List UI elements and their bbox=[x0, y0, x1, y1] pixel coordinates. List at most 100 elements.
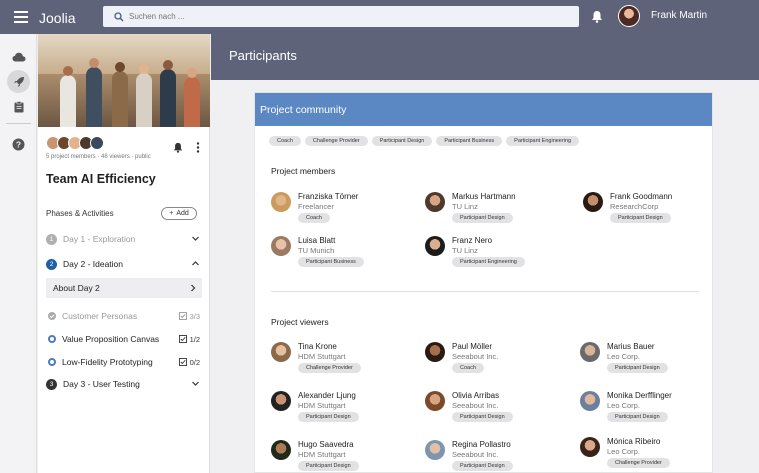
participant-name: Hugo Saavedra bbox=[298, 440, 354, 449]
participant-org: HDM Stuttgart bbox=[298, 401, 346, 410]
clipboard-icon[interactable] bbox=[7, 95, 30, 118]
activity-item[interactable]: Value Proposition Canvas 1/2 bbox=[48, 332, 202, 346]
participant-name: Franziska Törner bbox=[298, 192, 359, 201]
role-badge: Participant Design bbox=[452, 412, 513, 422]
participants-card: Project community Coach Challenge Provid… bbox=[254, 92, 713, 473]
participant-org: Seeabout Inc. bbox=[452, 450, 499, 459]
participant-name: Paul Möller bbox=[452, 342, 493, 351]
checkbox-icon bbox=[178, 358, 187, 366]
avatar bbox=[425, 440, 445, 460]
user-name[interactable]: Frank Martin bbox=[651, 10, 707, 21]
help-icon[interactable]: ? bbox=[7, 133, 30, 156]
chevron-down-icon[interactable] bbox=[191, 379, 200, 390]
participant-card[interactable]: Tina Krone HDM Stuttgart Challenge Provide… bbox=[271, 342, 421, 382]
participant-org: Seeabout Inc. bbox=[452, 352, 499, 361]
member-avatars[interactable] bbox=[46, 136, 104, 150]
role-filters: Coach Challenge Provider Participant Des… bbox=[269, 136, 580, 146]
search-input[interactable] bbox=[129, 12, 569, 21]
menu-icon[interactable] bbox=[14, 11, 28, 23]
avatar bbox=[425, 192, 445, 212]
about-label: About Day 2 bbox=[53, 283, 100, 293]
phase-number: 2 bbox=[46, 258, 57, 270]
participant-org: HDM Stuttgart bbox=[298, 352, 346, 361]
participant-card[interactable]: Franz Nero TU Linz Participant Engineering bbox=[425, 236, 575, 276]
phase-day-3[interactable]: 3 Day 3 - User Testing bbox=[46, 376, 202, 392]
avatar bbox=[580, 437, 600, 457]
role-badge: Participant Design bbox=[610, 213, 671, 223]
user-avatar[interactable] bbox=[618, 5, 640, 27]
phase-number: 1 bbox=[46, 233, 57, 245]
rocket-icon[interactable] bbox=[7, 70, 30, 93]
participant-org: HDM Stuttgart bbox=[298, 450, 346, 459]
viewers-heading: Project viewers bbox=[271, 317, 329, 327]
page-title: Participants bbox=[229, 48, 297, 63]
role-badge: Coach bbox=[298, 213, 330, 223]
role-badge: Challenge Provider bbox=[298, 363, 361, 373]
avatar bbox=[271, 236, 291, 256]
participant-org: Leo Corp. bbox=[607, 401, 640, 410]
about-day-2-item[interactable]: About Day 2 bbox=[46, 278, 202, 298]
filter-chip-participant-design[interactable]: Participant Design bbox=[371, 136, 433, 146]
avatar bbox=[271, 391, 291, 411]
participant-card[interactable]: Marius Bauer Leo Corp. Participant Design bbox=[580, 342, 730, 382]
activity-label: Value Proposition Canvas bbox=[62, 334, 160, 344]
activity-label: Low-Fidelity Prototyping bbox=[62, 357, 153, 367]
participant-name: Luisa Blatt bbox=[298, 236, 336, 245]
notifications-bell-icon[interactable] bbox=[591, 10, 603, 28]
activity-progress: 0/2 bbox=[178, 357, 200, 367]
search-icon bbox=[109, 11, 129, 22]
chevron-down-icon[interactable] bbox=[191, 234, 200, 245]
checkbox-icon bbox=[178, 335, 187, 343]
participant-card[interactable]: Regina Pollastro Seeabout Inc. Participant… bbox=[425, 440, 575, 473]
participant-card[interactable]: Hugo Saavedra HDM Stuttgart Participant De… bbox=[271, 440, 421, 473]
participant-card[interactable]: Markus Hartmann TU Linz Participant Design bbox=[425, 192, 575, 232]
participant-card[interactable]: Monika Derfflinger Leo Corp. Participant D… bbox=[580, 391, 730, 431]
role-badge: Participant Business bbox=[298, 257, 364, 267]
participant-name: Alexander Ljung bbox=[298, 391, 356, 400]
participant-card[interactable]: Alexander Ljung HDM Stuttgart Participant … bbox=[271, 391, 421, 431]
project-bell-icon[interactable] bbox=[173, 140, 183, 158]
avatar bbox=[425, 391, 445, 411]
more-options-icon[interactable] bbox=[196, 140, 200, 158]
add-phase-button[interactable]: + Add bbox=[161, 207, 197, 220]
role-badge: Coach bbox=[452, 363, 484, 373]
chevron-up-icon[interactable] bbox=[191, 259, 200, 270]
filter-chip-participant-business[interactable]: Participant Business bbox=[436, 136, 503, 146]
avatar bbox=[583, 192, 603, 212]
participant-name: Mónica Ribeiro bbox=[607, 437, 661, 446]
participant-name: Frank Goodmann bbox=[610, 192, 673, 201]
activity-item[interactable]: Customer Personas 3/3 bbox=[48, 309, 202, 323]
role-badge: Participant Design bbox=[607, 412, 668, 422]
participant-org: TU Munich bbox=[298, 246, 335, 255]
filter-chip-challenge-provider[interactable]: Challenge Provider bbox=[304, 136, 368, 146]
card-title: Project community bbox=[255, 93, 712, 126]
participant-card[interactable]: Frank Goodmann ResearchCorp Participant De… bbox=[583, 192, 733, 232]
activity-item[interactable]: Low-Fidelity Prototyping 0/2 bbox=[48, 355, 202, 369]
phase-number: 3 bbox=[46, 378, 57, 390]
participant-card[interactable]: Paul Möller Seeabout Inc. Coach bbox=[425, 342, 575, 382]
cloud-icon[interactable] bbox=[7, 45, 30, 68]
participant-card[interactable]: Franziska Törner Freelancer Coach bbox=[271, 192, 421, 232]
activity-status-icon bbox=[48, 358, 56, 366]
activity-status-icon bbox=[48, 335, 56, 343]
phase-day-1[interactable]: 1 Day 1 - Exploration bbox=[46, 231, 202, 247]
phase-day-2[interactable]: 2 Day 2 - Ideation bbox=[46, 256, 202, 272]
project-hero-image bbox=[38, 34, 210, 127]
phase-label: Day 2 - Ideation bbox=[63, 259, 124, 269]
add-button-label: Add bbox=[176, 210, 189, 217]
project-stats: 5 project members · 48 viewers · public bbox=[46, 154, 151, 160]
participant-name: Regina Pollastro bbox=[452, 440, 511, 449]
avatar bbox=[580, 391, 600, 411]
filter-chip-participant-engineering[interactable]: Participant Engineering bbox=[506, 136, 580, 146]
role-badge: Participant Design bbox=[607, 363, 668, 373]
avatar bbox=[90, 136, 104, 150]
participant-org: ResearchCorp bbox=[610, 202, 659, 211]
search-box[interactable] bbox=[103, 6, 579, 27]
app-brand[interactable]: Joolia bbox=[39, 10, 76, 26]
participant-name: Marius Bauer bbox=[607, 342, 655, 351]
participant-card[interactable]: Olivia Arribas Seeabout Inc. Participant D… bbox=[425, 391, 575, 431]
filter-chip-coach[interactable]: Coach bbox=[269, 136, 301, 146]
activity-count: 0/2 bbox=[189, 357, 200, 367]
participant-card[interactable]: Mónica Ribeiro Leo Corp. Challenge Provide… bbox=[580, 437, 730, 473]
participant-card[interactable]: Luisa Blatt TU Munich Participant Business bbox=[271, 236, 421, 276]
